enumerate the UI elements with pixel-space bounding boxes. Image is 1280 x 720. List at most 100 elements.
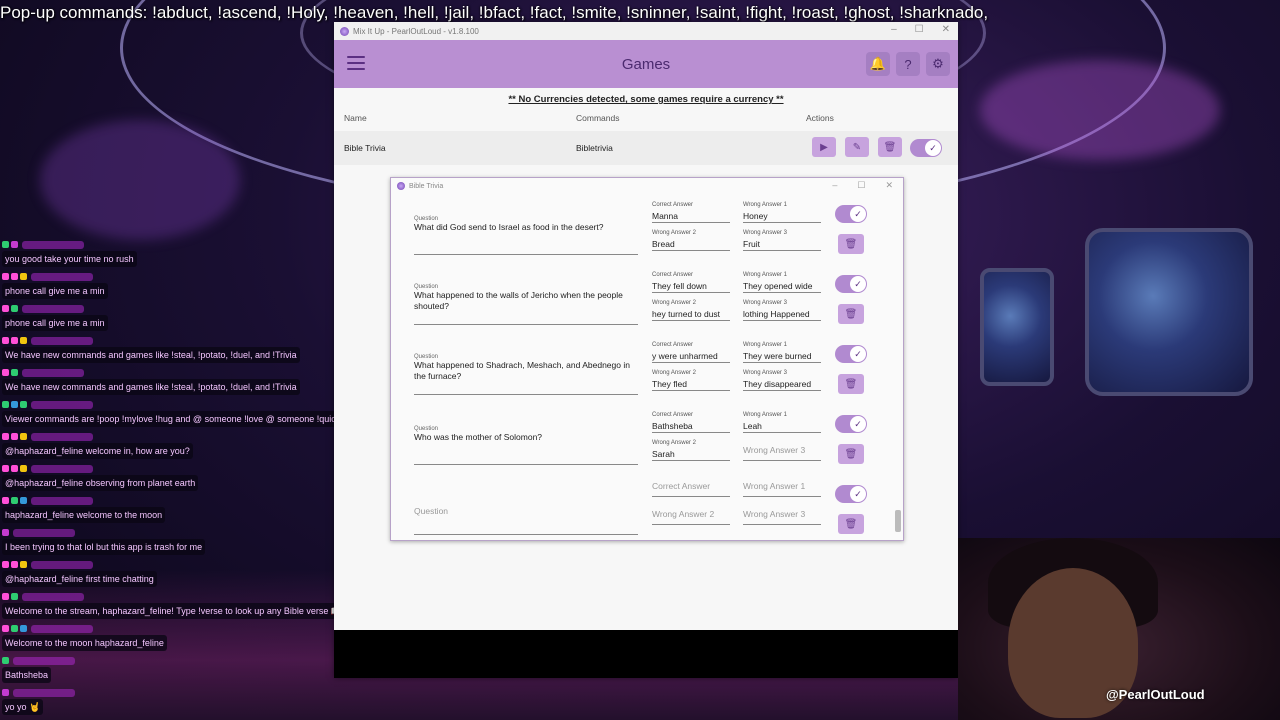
question-underline [414,324,638,325]
correct-answer-field[interactable]: Correct Answer Bathsheba [652,412,730,433]
chat-username-blur [31,400,93,409]
chat-username-blur [13,688,75,697]
question-enabled-toggle[interactable]: ✓ [835,275,867,293]
chat-user-badges [2,688,75,697]
wrong-answer-3-field-label: Wrong Answer 3 [743,230,787,236]
wrong-answer-3-field-label: Wrong Answer 3 [743,370,787,376]
wrong-answer-3-field-value[interactable]: They disappeared [743,378,821,391]
question-enabled-toggle[interactable]: ✓ [835,205,867,223]
gear-icon[interactable]: ⚙ [926,52,950,76]
maximize-icon[interactable]: ☐ [915,24,924,35]
badge-icon [11,433,18,440]
chat-user-badges [2,432,193,441]
wrong-answer-3-field[interactable]: Wrong Answer 3 [743,504,821,525]
trash-icon[interactable]: 🗑 [838,374,864,394]
badge-icon [2,369,9,376]
correct-answer-field-value[interactable]: Bathsheba [652,420,730,433]
wrong-answer-2-field[interactable]: Wrong Answer 2 They fled [652,370,730,391]
trash-icon[interactable]: 🗑 [838,444,864,464]
wrong-answer-2-field-placeholder[interactable]: Wrong Answer 2 [652,504,730,525]
wrong-answer-3-field[interactable]: Wrong Answer 3 [743,440,821,461]
edit-icon[interactable]: ✎ [845,137,869,157]
correct-answer-field-value[interactable]: Manna [652,210,730,223]
badge-icon [2,497,9,504]
badge-icon [2,689,9,696]
badge-icon [11,241,18,248]
game-enabled-toggle[interactable]: ✓ [910,139,942,157]
minimize-icon[interactable]: – [891,24,897,35]
wrong-answer-2-field-value[interactable]: hey turned to dust [652,308,730,321]
space-window-small [980,268,1054,386]
trash-icon[interactable]: 🗑 [838,514,864,534]
question-enabled-toggle[interactable]: ✓ [835,415,867,433]
wrong-answer-2-field[interactable]: Wrong Answer 2 Bread [652,230,730,251]
wrong-answer-1-field-value[interactable]: Honey [743,210,821,223]
badge-icon [2,401,9,408]
chat-user-badges [2,496,165,505]
wrong-answer-1-field[interactable]: Wrong Answer 1 [743,476,821,497]
wrong-answer-1-field[interactable]: Wrong Answer 1 Honey [743,202,821,223]
correct-answer-field-placeholder[interactable]: Correct Answer [652,476,730,497]
question-placeholder[interactable]: Question [414,506,448,516]
wrong-answer-3-field-placeholder[interactable]: Wrong Answer 3 [743,440,821,461]
wrong-answer-1-field-value[interactable]: They opened wide [743,280,821,293]
wrong-answer-2-field-value[interactable]: They fled [652,378,730,391]
question-enabled-toggle[interactable]: ✓ [835,345,867,363]
correct-answer-field[interactable]: Correct Answer They fell down [652,272,730,293]
question-text[interactable]: What happened to the walls of Jericho wh… [414,290,639,312]
badge-icon [20,625,27,632]
chat-message: I been trying to that lol but this app i… [2,528,206,555]
correct-answer-field[interactable]: Correct Answer [652,476,730,497]
wrong-answer-3-field-placeholder[interactable]: Wrong Answer 3 [743,504,821,525]
question-enabled-toggle[interactable]: ✓ [835,485,867,503]
play-icon[interactable]: ▶ [812,137,836,157]
scroll-thumb[interactable] [895,510,901,532]
wrong-answer-2-field-value[interactable]: Sarah [652,448,730,461]
trash-icon[interactable]: 🗑 [838,304,864,324]
wrong-answer-1-field[interactable]: Wrong Answer 1 Leah [743,412,821,433]
correct-answer-field-value[interactable]: y were unharmed [652,350,730,363]
wrong-answer-1-field-value[interactable]: Leah [743,420,821,433]
chat-user-badges [2,624,167,633]
chat-username-blur [31,336,93,345]
correct-answer-field-value[interactable]: They fell down [652,280,730,293]
wrong-answer-1-field-value[interactable]: They were burned [743,350,821,363]
game-command: Bibletrivia [576,143,613,153]
question-text[interactable]: Who was the mother of Solomon? [414,432,639,443]
scrollbar[interactable] [895,196,901,536]
question-text[interactable]: What happened to Shadrach, Meshach, and … [414,360,639,382]
help-icon[interactable]: ? [896,52,920,76]
hamburger-icon[interactable] [347,56,365,70]
check-icon: ✓ [925,140,941,156]
bible-trivia-dialog: Bible Trivia – ☐ ✕ Question What did God… [390,177,904,541]
wrong-answer-2-field[interactable]: Wrong Answer 2 [652,504,730,525]
correct-answer-field[interactable]: Correct Answer Manna [652,202,730,223]
wrong-answer-2-field[interactable]: Wrong Answer 2 hey turned to dust [652,300,730,321]
bell-icon[interactable]: 🔔 [866,52,890,76]
trash-icon[interactable]: 🗑 [878,137,902,157]
currency-notice[interactable]: ** No Currencies detected, some games re… [334,94,958,105]
minimize-icon[interactable]: – [832,180,837,191]
wrong-answer-1-field-placeholder[interactable]: Wrong Answer 1 [743,476,821,497]
wrong-answer-2-field-value[interactable]: Bread [652,238,730,251]
maximize-icon[interactable]: ☐ [857,180,865,191]
close-icon[interactable]: ✕ [942,24,950,35]
wrong-answer-3-field-value[interactable]: lothing Happened [743,308,821,321]
wrong-answer-1-field[interactable]: Wrong Answer 1 They were burned [743,342,821,363]
wrong-answer-1-field[interactable]: Wrong Answer 1 They opened wide [743,272,821,293]
wrong-answer-3-field[interactable]: Wrong Answer 3 Fruit [743,230,821,251]
ambient-glow [980,60,1220,160]
wrong-answer-3-field[interactable]: Wrong Answer 3 They disappeared [743,370,821,391]
badge-icon [11,273,18,280]
correct-answer-field[interactable]: Correct Answer y were unharmed [652,342,730,363]
wrong-answer-3-field-value[interactable]: Fruit [743,238,821,251]
close-icon[interactable]: ✕ [885,180,893,191]
badge-icon [11,337,18,344]
wrong-answer-2-field[interactable]: Wrong Answer 2 Sarah [652,440,730,461]
question-text[interactable]: What did God send to Israel as food in t… [414,222,639,233]
chat-message: phone call give me a min [2,304,108,331]
check-icon: ✓ [850,276,866,292]
trash-icon[interactable]: 🗑 [838,234,864,254]
wrong-answer-1-field-label: Wrong Answer 1 [743,412,787,418]
wrong-answer-3-field[interactable]: Wrong Answer 3 lothing Happened [743,300,821,321]
